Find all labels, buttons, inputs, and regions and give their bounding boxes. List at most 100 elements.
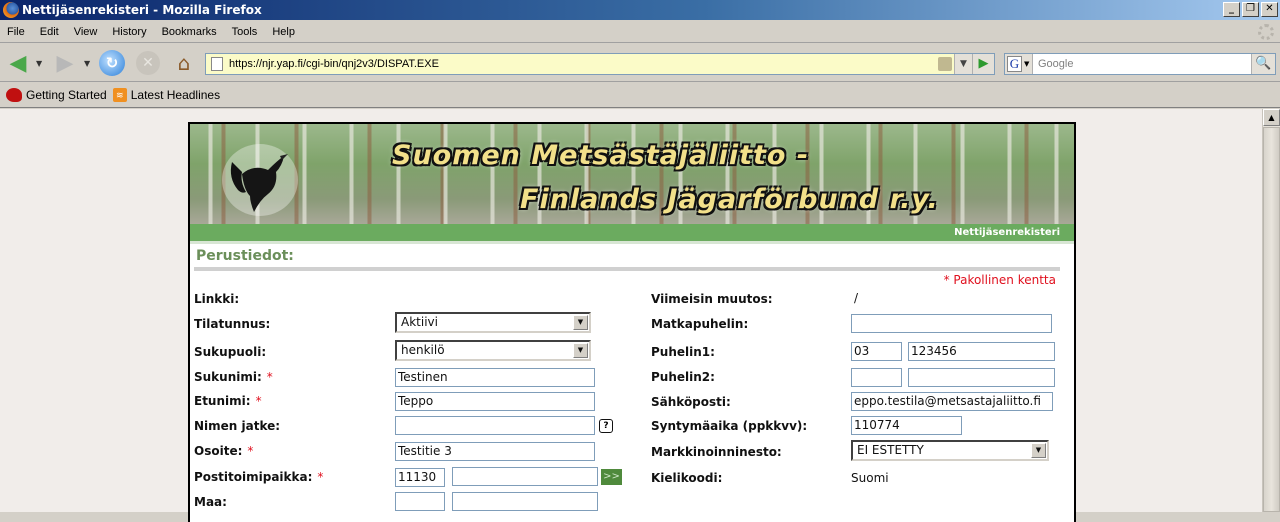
- etunimi-input[interactable]: Teppo: [395, 392, 595, 411]
- home-icon: ⌂: [177, 51, 191, 75]
- banner-title-line1: Suomen Metsästäjäliitto -: [392, 140, 810, 171]
- search-input[interactable]: Google: [1033, 58, 1073, 70]
- restore-button[interactable]: ❐: [1242, 2, 1259, 17]
- bookmark-getting-started[interactable]: Getting Started: [6, 88, 107, 102]
- osoite-input[interactable]: Testitie 3: [395, 442, 595, 461]
- label-syntymaaika: Syntymäaika (ppkkvv):: [651, 419, 808, 433]
- label-etunimi: Etunimi: *: [194, 394, 262, 408]
- tilatunnus-select[interactable]: Aktiivi ▼: [395, 312, 591, 333]
- required-marker: *: [247, 444, 254, 458]
- ssl-lock-icon[interactable]: [938, 57, 952, 71]
- search-button[interactable]: 🔍: [1251, 54, 1275, 74]
- divider: [190, 241, 1074, 244]
- forward-history-dropdown[interactable]: ▼: [84, 52, 90, 74]
- label-osoite: Osoite: *: [194, 444, 253, 458]
- label-linkki: Linkki:: [194, 292, 240, 306]
- sukupuoli-select[interactable]: henkilö ▼: [395, 340, 591, 361]
- menu-help[interactable]: Help: [265, 26, 303, 38]
- forward-button[interactable]: ▶: [52, 50, 78, 76]
- window-titlebar: Nettijäsenrekisteri - Mozilla Firefox _ …: [0, 0, 1280, 20]
- search-box[interactable]: G ▼ Google 🔍: [1004, 53, 1276, 75]
- banner-subtitle-bar: Nettijäsenrekisteri: [190, 224, 1074, 241]
- label-sukupuoli: Sukupuoli:: [194, 345, 267, 359]
- country-name-input[interactable]: [452, 492, 598, 511]
- home-button[interactable]: ⌂: [172, 51, 196, 75]
- go-button[interactable]: ▶: [972, 54, 994, 74]
- navigation-toolbar: ◀ ▼ ▶ ▼ ↻ ✕ ⌂ https://njr.yap.fi/cgi-bin…: [0, 44, 1280, 82]
- url-history-dropdown[interactable]: ▼: [954, 54, 972, 74]
- menu-history[interactable]: History: [105, 26, 154, 38]
- menu-file[interactable]: File: [0, 26, 33, 38]
- menu-bookmarks[interactable]: Bookmarks: [155, 26, 225, 38]
- markkinoinninesto-value: EI ESTETTY: [857, 443, 924, 457]
- stop-icon: ✕: [142, 55, 154, 71]
- city-input[interactable]: [452, 467, 598, 486]
- help-icon[interactable]: ?: [599, 419, 613, 433]
- stop-button[interactable]: ✕: [136, 51, 160, 75]
- lookup-postal-button[interactable]: >>: [601, 469, 622, 485]
- viimeisin-muutos-value: /: [854, 291, 859, 305]
- puhelin1-area-input[interactable]: 03: [851, 342, 902, 361]
- back-arrow-icon: ◀: [9, 50, 27, 76]
- menu-bar: File Edit View History Bookmarks Tools H…: [0, 21, 1280, 43]
- sukunimi-input[interactable]: Testinen: [395, 368, 595, 387]
- search-engine-selector[interactable]: G ▼: [1005, 54, 1033, 74]
- forward-arrow-icon: ▶: [56, 50, 74, 76]
- reload-button[interactable]: ↻: [99, 50, 125, 76]
- label-puhelin1: Puhelin1:: [651, 345, 715, 359]
- back-history-dropdown[interactable]: ▼: [36, 52, 42, 74]
- markkinoinninesto-select[interactable]: EI ESTETTY ▼: [851, 440, 1049, 461]
- vertical-scrollbar[interactable]: ▲: [1262, 109, 1280, 512]
- chevron-down-icon[interactable]: ▼: [573, 343, 588, 358]
- puhelin2-area-input[interactable]: [851, 368, 902, 387]
- label-nimen-jatke: Nimen jatke:: [194, 419, 281, 433]
- tilatunnus-value: Aktiivi: [401, 315, 438, 329]
- label-matkapuhelin: Matkapuhelin:: [651, 317, 749, 331]
- syntymaaika-input[interactable]: 110774: [851, 416, 962, 435]
- page-icon: [211, 57, 223, 71]
- address-bar[interactable]: https://njr.yap.fi/cgi-bin/qnj2v3/DISPAT…: [205, 53, 995, 75]
- label-text: Etunimi:: [194, 394, 251, 408]
- puhelin2-number-input[interactable]: [908, 368, 1055, 387]
- label-tilatunnus: Tilatunnus:: [194, 317, 271, 331]
- chevron-down-icon[interactable]: ▼: [573, 315, 588, 330]
- scroll-up-button[interactable]: ▲: [1263, 109, 1280, 126]
- google-icon: G: [1007, 56, 1022, 72]
- scrollbar-thumb[interactable]: [1263, 127, 1280, 512]
- section-title: Perustiedot:: [196, 248, 294, 264]
- required-marker: *: [255, 394, 262, 408]
- required-field-note: * Pakollinen kentta: [943, 273, 1056, 287]
- menu-view[interactable]: View: [67, 26, 106, 38]
- country-code-input[interactable]: [395, 492, 445, 511]
- bookmark-latest-headlines[interactable]: ≋ Latest Headlines: [112, 88, 220, 102]
- chevron-down-icon: ▼: [1024, 60, 1030, 68]
- label-markkinoinninesto: Markkinoinninesto:: [651, 445, 782, 459]
- close-button[interactable]: ✕: [1261, 2, 1278, 17]
- menu-tools[interactable]: Tools: [225, 26, 266, 38]
- menu-edit[interactable]: Edit: [33, 26, 67, 38]
- nimen-jatke-input[interactable]: [395, 416, 595, 435]
- puhelin1-number-input[interactable]: 123456: [908, 342, 1055, 361]
- site-banner: Suomen Metsästäjäliitto - Finlands Jägar…: [190, 124, 1074, 224]
- label-kielikoodi: Kielikoodi:: [651, 471, 723, 485]
- bookmarks-toolbar: Getting Started ≋ Latest Headlines: [0, 83, 1280, 108]
- label-maa: Maa:: [194, 495, 227, 509]
- label-puhelin2: Puhelin2:: [651, 370, 715, 384]
- label-sahkoposti: Sähköposti:: [651, 395, 731, 409]
- throbber-icon: [1258, 24, 1274, 40]
- matkapuhelin-input[interactable]: [851, 314, 1052, 333]
- firefox-icon: [3, 2, 19, 18]
- reload-icon: ↻: [105, 54, 119, 72]
- getting-started-icon: [6, 88, 22, 102]
- chevron-down-icon[interactable]: ▼: [1031, 443, 1046, 458]
- back-button[interactable]: ◀: [5, 50, 31, 76]
- kielikoodi-value: Suomi: [851, 471, 889, 485]
- sahkoposti-input[interactable]: eppo.testila@metsastajaliitto.fi: [851, 392, 1053, 411]
- minimize-button[interactable]: _: [1223, 2, 1240, 17]
- postal-code-input[interactable]: 11130: [395, 468, 445, 487]
- banner-title-line2: Finlands Jägarförbund r.y.: [520, 184, 939, 215]
- required-marker: *: [317, 470, 324, 484]
- window-title: Nettijäsenrekisteri - Mozilla Firefox: [22, 3, 262, 17]
- url-text[interactable]: https://njr.yap.fi/cgi-bin/qnj2v3/DISPAT…: [229, 58, 439, 70]
- label-postitoimipaikka: Postitoimipaikka: *: [194, 470, 323, 484]
